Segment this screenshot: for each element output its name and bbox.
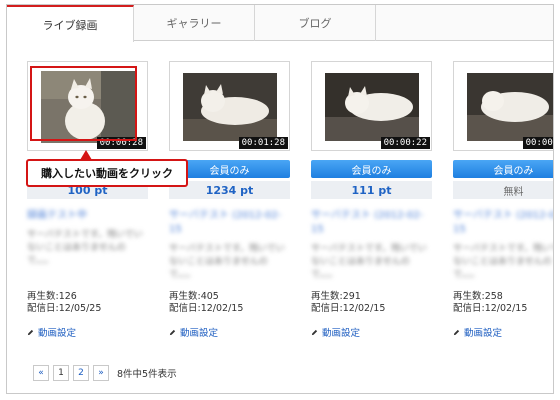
tab-live-recording[interactable]: ライブ録画 [7,5,134,42]
pencil-icon [169,329,176,335]
video-settings-label: 動画設定 [464,328,503,339]
video-settings-link[interactable]: 動画設定 [311,325,360,339]
video-card[interactable]: 00:00:22 会員のみ 111 pt サーバテスト (2012-02-15 … [311,61,432,282]
video-settings-link[interactable]: 動画設定 [169,325,218,339]
video-description: サーバテストです。残いでいないことはありませんので。。。 [311,244,427,280]
page-button-2[interactable]: 2 [73,365,89,381]
view-count: 再生数:405 [169,291,219,302]
video-meta: 再生数:291 配信日:12/02/15 [311,291,385,315]
video-meta: 再生数:126 配信日:12/05/25 [27,291,101,315]
video-title[interactable]: サーバテスト (2012-02-15 [169,209,290,237]
video-description: サーバテストです。残いでいないことはありませんので。。。 [453,244,553,280]
pencil-icon [27,329,34,335]
view-count: 再生数:126 [27,291,77,302]
pagination-info: 8件中5件表示 [117,369,177,380]
video-description: サーバテストです。残いでいないことはありませんので。。。 [27,230,143,266]
video-settings-link[interactable]: 動画設定 [27,325,76,339]
callout-label: 購入したい動画をクリック [26,159,188,187]
cat-photo [325,73,419,141]
prev-page-button[interactable]: « [33,365,49,381]
video-settings-label: 動画設定 [322,328,361,339]
price-label: 111 pt [311,181,432,199]
tab-bar: ライブ録画 ギャラリー ブログ [7,5,553,42]
page-button-1[interactable]: 1 [53,365,69,381]
video-settings-label: 動画設定 [38,328,77,339]
members-only-button[interactable]: 会員のみ [311,160,432,178]
publish-date: 配信日:12/02/15 [311,303,386,314]
video-meta: 再生数:258 配信日:12/02/15 [453,291,527,315]
publish-date: 配信日:12/05/25 [27,303,102,314]
video-thumbnail[interactable]: 00:00:28 [453,61,553,151]
publish-date: 配信日:12/02/15 [169,303,244,314]
video-description: サーバテストです。残いでいないことはありませんので。。。 [169,244,285,280]
tab-blog[interactable]: ブログ [255,5,376,41]
pencil-icon [453,329,460,335]
duration-label: 00:00:28 [522,137,553,149]
duration-label: 00:00:22 [380,137,430,149]
cat-photo [183,73,277,141]
callout-highlight-box [30,66,137,141]
next-page-button[interactable]: » [93,365,109,381]
tab-gallery[interactable]: ギャラリー [134,5,255,41]
publish-date: 配信日:12/02/15 [453,303,528,314]
video-thumbnail[interactable]: 00:00:22 [311,61,432,151]
video-meta: 再生数:405 配信日:12/02/15 [169,291,243,315]
duration-label: 00:01:28 [238,137,288,149]
pagination: « 1 2 » 8件中5件表示 [33,365,177,381]
video-title[interactable]: 録画テスト中 [27,209,148,223]
video-settings-label: 動画設定 [180,328,219,339]
view-count: 再生数:291 [311,291,361,302]
video-title[interactable]: サーバテスト (2012-02-15 [453,209,553,237]
video-title[interactable]: サーバテスト (2012-02-15 [311,209,432,237]
price-label: 無料 [453,181,553,199]
view-count: 再生数:258 [453,291,503,302]
pencil-icon [311,329,318,335]
members-only-button[interactable]: 会員のみ [453,160,553,178]
video-card[interactable]: 00:00:28 会員のみ 無料 サーバテスト (2012-02-15 サーバテ… [453,61,553,282]
video-list-panel: ライブ録画 ギャラリー ブログ 00:00:28 100 pt 録画テスト中 サ… [6,4,554,394]
video-thumbnail[interactable]: 00:01:28 [169,61,290,151]
video-settings-link[interactable]: 動画設定 [453,325,502,339]
cat-photo [467,73,553,141]
